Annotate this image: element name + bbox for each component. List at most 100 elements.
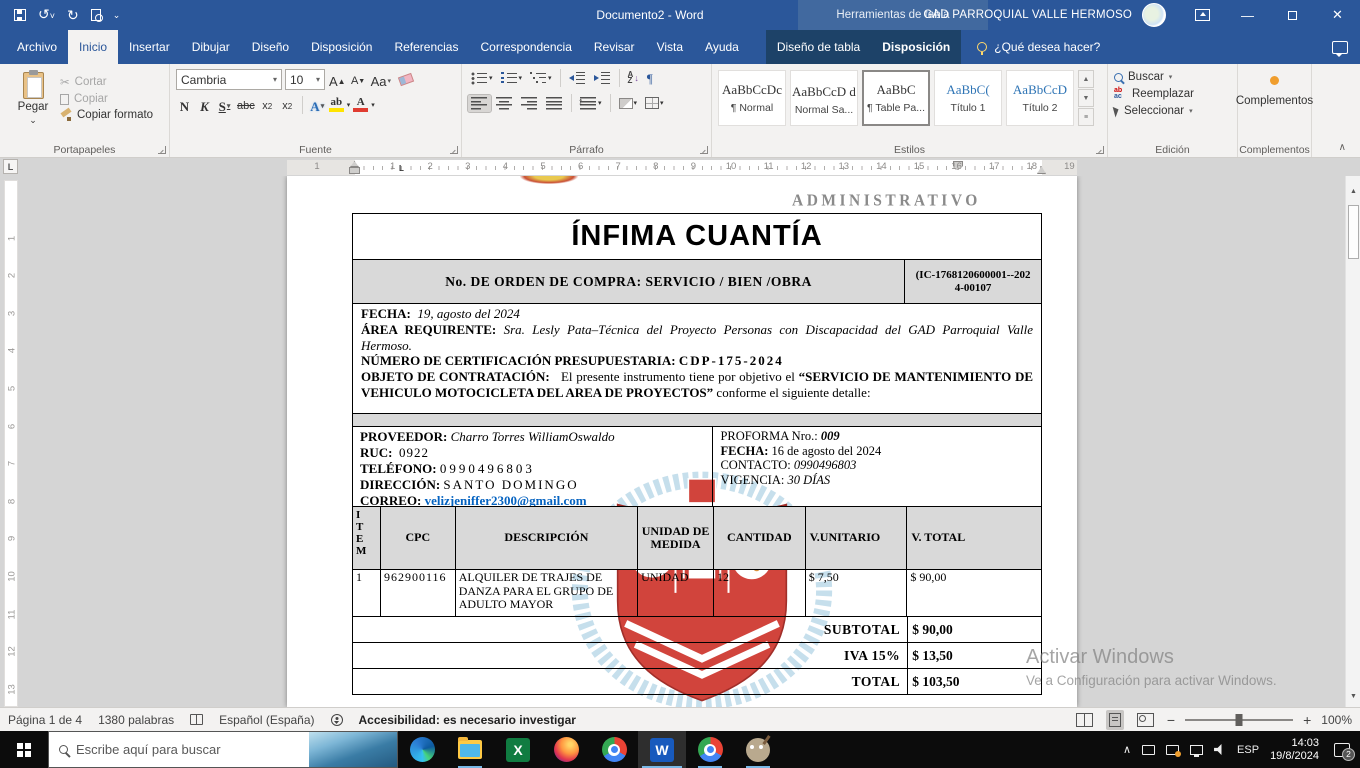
align-center-button[interactable] xyxy=(493,95,516,112)
styles-gallery-scrollbar[interactable]: ▲ ▼ ≡ xyxy=(1078,70,1094,141)
superscript-button[interactable]: x2 xyxy=(279,95,296,114)
web-layout-button[interactable] xyxy=(1134,710,1157,730)
zoom-slider-thumb[interactable] xyxy=(1236,714,1243,726)
show-marks-button[interactable]: ¶ xyxy=(644,70,656,87)
clear-formatting-icon[interactable] xyxy=(398,73,414,86)
bullets-button[interactable]: ▾ xyxy=(468,70,496,87)
close-button[interactable]: ✕ xyxy=(1315,0,1360,30)
style-card-titulo-2[interactable]: AaBbCcD Título 2 xyxy=(1006,70,1074,126)
read-mode-button[interactable] xyxy=(1073,710,1096,730)
feedback-icon[interactable] xyxy=(1332,41,1348,54)
chrome-secondary-icon[interactable] xyxy=(686,731,734,768)
tab-correspondencia[interactable]: Correspondencia xyxy=(469,30,582,64)
scrollbar-thumb[interactable] xyxy=(1348,205,1359,259)
zoom-slider[interactable] xyxy=(1185,719,1293,721)
replace-button[interactable]: abacReemplazar xyxy=(1114,88,1231,100)
redo-icon[interactable]: ↻ xyxy=(67,8,79,22)
scroll-down-icon[interactable]: ▼ xyxy=(1347,689,1360,703)
tab-revisar[interactable]: Revisar xyxy=(583,30,646,64)
tab-insertar[interactable]: Insertar xyxy=(118,30,181,64)
shading-button[interactable]: ▾ xyxy=(616,96,641,111)
hidden-icons-chevron[interactable]: ∧ xyxy=(1123,743,1131,756)
tab-vista[interactable]: Vista xyxy=(646,30,694,64)
minimize-button[interactable]: — xyxy=(1225,0,1270,30)
zoom-level[interactable]: 100% xyxy=(1321,713,1352,727)
font-size-combobox[interactable]: 10▾ xyxy=(285,69,325,90)
sort-button[interactable]: AZ↓ xyxy=(625,70,642,87)
addins-icon[interactable] xyxy=(1270,76,1279,85)
subscript-button[interactable]: x2 xyxy=(259,95,276,114)
decrease-indent-button[interactable] xyxy=(566,70,589,87)
scroll-up-icon[interactable]: ▲ xyxy=(1347,184,1360,198)
style-card-titulo-1[interactable]: AaBbC( Título 1 xyxy=(934,70,1002,126)
font-name-combobox[interactable]: Cambria▾ xyxy=(176,69,282,90)
paste-button[interactable]: Pegar ⌄ xyxy=(6,69,60,141)
start-button[interactable] xyxy=(0,731,48,768)
tab-referencias[interactable]: Referencias xyxy=(383,30,469,64)
file-explorer-icon[interactable] xyxy=(446,731,494,768)
vertical-scrollbar[interactable]: ▲ ▼ xyxy=(1345,176,1360,707)
save-icon[interactable] xyxy=(14,9,26,21)
undo-icon[interactable]: ↺˅ xyxy=(38,7,55,23)
clipboard-dialog-launcher-icon[interactable] xyxy=(158,146,166,154)
style-card-table-paragraph[interactable]: AaBbC ¶ Table Pa... xyxy=(862,70,930,126)
tab-dibujar[interactable]: Dibujar xyxy=(181,30,241,64)
font-color-button[interactable]: A xyxy=(353,97,368,112)
multilevel-list-button[interactable]: ▾ xyxy=(527,70,555,87)
left-indent-marker[interactable] xyxy=(349,167,360,174)
addins-label[interactable]: Complementos xyxy=(1236,95,1313,107)
styles-dialog-launcher-icon[interactable] xyxy=(1096,146,1104,154)
strikethrough-button[interactable]: abc xyxy=(236,95,256,114)
gimp-icon[interactable] xyxy=(734,731,782,768)
language-indicator[interactable]: ESP xyxy=(1237,744,1259,756)
document-page[interactable]: ADMINISTRATIVO ÍNFIMA CUANTÍA No. DE ORD xyxy=(287,176,1077,707)
collapse-ribbon-icon[interactable]: ∧ xyxy=(1339,142,1346,153)
notification-center-icon[interactable]: 2 xyxy=(1334,743,1350,757)
tab-disposicion[interactable]: Disposición xyxy=(300,30,383,64)
styles-scroll-up-icon[interactable]: ▲ xyxy=(1078,70,1094,88)
tab-selector[interactable]: L xyxy=(3,159,18,174)
style-card-normal[interactable]: AaBbCcDc ¶ Normal xyxy=(718,70,786,126)
volume-icon[interactable] xyxy=(1214,744,1226,755)
accessibility-status[interactable]: Accesibilidad: es necesario investigar xyxy=(359,713,576,727)
styles-scroll-down-icon[interactable]: ▼ xyxy=(1078,89,1094,107)
tablet-mode-icon[interactable] xyxy=(1142,745,1155,755)
borders-button[interactable]: ▾ xyxy=(642,95,667,111)
paragraph-dialog-launcher-icon[interactable] xyxy=(700,146,708,154)
chrome-icon[interactable] xyxy=(590,731,638,768)
align-left-button[interactable] xyxy=(468,95,491,112)
clock[interactable]: 14:03 19/8/2024 xyxy=(1270,737,1319,763)
shrink-font-button[interactable]: A▼ xyxy=(350,70,367,89)
font-dialog-launcher-icon[interactable] xyxy=(450,146,458,154)
find-button[interactable]: Buscar▾ xyxy=(1114,71,1231,83)
horizontal-ruler[interactable]: L 112345678910111213141516171819 xyxy=(287,160,1077,175)
tab-disposicion-tabla[interactable]: Disposición xyxy=(871,30,961,64)
edge-icon[interactable] xyxy=(398,731,446,768)
ribbon-display-options-button[interactable] xyxy=(1180,0,1225,30)
justify-button[interactable] xyxy=(543,95,566,112)
zoom-out-button[interactable]: − xyxy=(1167,712,1175,728)
italic-button[interactable]: K xyxy=(196,95,213,114)
copy-button[interactable]: Copiar xyxy=(60,93,153,105)
language-indicator[interactable]: Español (España) xyxy=(219,713,314,727)
firefox-icon[interactable] xyxy=(542,731,590,768)
tab-archivo[interactable]: Archivo xyxy=(6,30,68,64)
purchase-order-table[interactable]: ÍNFIMA CUANTÍA No. DE ORDEN DE COMPRA: S… xyxy=(352,213,1042,695)
style-card-normal-sa[interactable]: AaBbCcD dE Normal Sa... xyxy=(790,70,858,126)
tab-inicio[interactable]: Inicio xyxy=(68,30,118,64)
numbering-button[interactable]: ▾ xyxy=(498,70,526,87)
word-icon[interactable]: W xyxy=(638,731,686,768)
excel-icon[interactable]: X xyxy=(494,731,542,768)
proofing-icon[interactable] xyxy=(190,714,203,725)
highlight-button[interactable]: ab xyxy=(329,97,344,112)
format-painter-button[interactable]: Copiar formato xyxy=(60,109,153,121)
increase-indent-button[interactable] xyxy=(591,70,614,87)
page-indicator[interactable]: Página 1 de 4 xyxy=(8,713,82,727)
styles-more-icon[interactable]: ≡ xyxy=(1078,108,1094,126)
vertical-ruler[interactable]: 12345678910111213 xyxy=(4,180,18,707)
line-spacing-button[interactable]: ▾ xyxy=(577,95,605,112)
tab-diseno[interactable]: Diseño xyxy=(241,30,300,64)
tab-ayuda[interactable]: Ayuda xyxy=(694,30,750,64)
text-effects-button[interactable]: A▾ xyxy=(309,95,326,114)
account-name[interactable]: GAD PARROQUIAL VALLE HERMOSO xyxy=(923,9,1132,21)
